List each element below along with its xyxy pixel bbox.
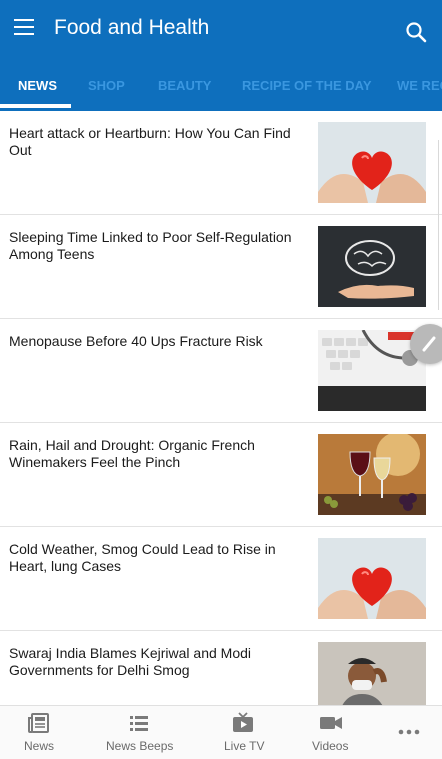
app-bar: Food and Health NEWS SHOP BEAUTY RECIPE … [0, 0, 442, 111]
list-item[interactable]: Sleeping Time Linked to Poor Self-Regula… [0, 215, 442, 319]
menu-button[interactable] [12, 16, 38, 38]
article-title: Heart attack or Heartburn: How You Can F… [9, 125, 291, 158]
list-item[interactable]: Rain, Hail and Drought: Organic French W… [0, 423, 442, 527]
nav-label: News [24, 739, 55, 753]
search-icon [406, 22, 427, 43]
tab-beauty[interactable]: BEAUTY [158, 78, 211, 93]
app-title: Food and Health [54, 16, 210, 39]
nav-live-tv[interactable]: Live TV [220, 706, 270, 759]
list-icon [130, 716, 148, 731]
heart-in-hands-image [318, 122, 426, 203]
article-list: Heart attack or Heartburn: How You Can F… [0, 111, 442, 705]
nav-news-beeps[interactable]: News Beeps [104, 706, 176, 759]
bottom-navigation: News News Beeps Live TV Videos [0, 705, 442, 759]
nav-label: News Beeps [106, 739, 174, 753]
heart-in-hands-image [318, 538, 426, 619]
tab-news[interactable]: NEWS [18, 78, 57, 93]
tab-we-rec[interactable]: WE REC [397, 78, 442, 93]
article-title: Menopause Before 40 Ups Fracture Risk [9, 333, 263, 349]
article-title: Swaraj India Blames Kejriwal and Modi Go… [9, 645, 251, 678]
tab-shop[interactable]: SHOP [88, 78, 125, 93]
more-icon [398, 729, 420, 735]
list-item[interactable]: Heart attack or Heartburn: How You Can F… [0, 111, 442, 215]
article-title: Sleeping Time Linked to Poor Self-Regula… [9, 229, 292, 262]
edit-button[interactable] [410, 324, 442, 364]
search-button[interactable] [404, 20, 430, 46]
nav-label: Videos [312, 739, 349, 753]
wine-glasses-image [318, 434, 426, 515]
tab-indicator [0, 104, 71, 108]
menu-icon [14, 19, 34, 21]
pencil-icon [422, 336, 436, 352]
newspaper-icon [28, 713, 49, 733]
tv-icon [233, 712, 253, 732]
nav-news[interactable]: News [18, 706, 62, 759]
list-item[interactable]: Swaraj India Blames Kejriwal and Modi Go… [0, 631, 442, 705]
tab-recipe-of-the-day[interactable]: RECIPE OF THE DAY [242, 78, 372, 93]
scroll-edge [438, 140, 442, 310]
article-title: Rain, Hail and Drought: Organic French W… [9, 437, 255, 470]
list-item[interactable]: Menopause Before 40 Ups Fracture Risk [0, 319, 442, 423]
brain-hand-image [318, 226, 426, 307]
more-button[interactable] [392, 706, 426, 759]
nav-videos[interactable]: Videos [310, 706, 354, 759]
nav-label: Live TV [224, 739, 265, 753]
video-camera-icon [320, 717, 342, 729]
person-mask-smog-image [318, 642, 426, 705]
article-title: Cold Weather, Smog Could Lead to Rise in… [9, 541, 276, 574]
list-item[interactable]: Cold Weather, Smog Could Lead to Rise in… [0, 527, 442, 631]
